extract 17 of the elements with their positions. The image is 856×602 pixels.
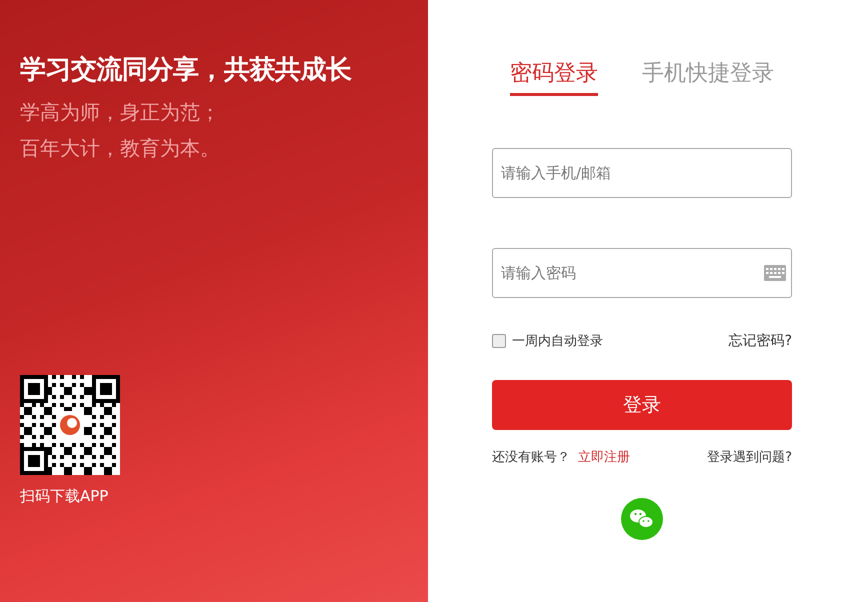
- hero-motto: 学高为师，身正为范；: [20, 99, 221, 126]
- hero-motto: 百年大计，教育为本。: [20, 135, 221, 162]
- password-field[interactable]: 请输入密码: [492, 248, 792, 298]
- login-help-link[interactable]: 登录遇到问题?: [707, 448, 792, 466]
- keyboard-icon[interactable]: [764, 265, 786, 281]
- login-button[interactable]: 登录: [492, 380, 792, 430]
- remember-checkbox[interactable]: [492, 334, 506, 348]
- account-field[interactable]: 请输入手机/邮箱: [492, 148, 792, 198]
- wechat-login-icon[interactable]: [621, 498, 663, 540]
- hero-title: 学习交流同分享，共获共成长: [20, 54, 353, 87]
- login-tab[interactable]: 密码登录: [510, 58, 598, 96]
- login-tab[interactable]: 手机快捷登录: [642, 58, 774, 96]
- qr-caption: 扫码下载APP: [20, 487, 110, 506]
- remember-label: 一周内自动登录: [512, 333, 603, 350]
- forgot-password-link[interactable]: 忘记密码?: [728, 332, 792, 350]
- register-link[interactable]: 立即注册: [578, 448, 630, 466]
- register-prompt: 还没有账号？: [492, 449, 570, 466]
